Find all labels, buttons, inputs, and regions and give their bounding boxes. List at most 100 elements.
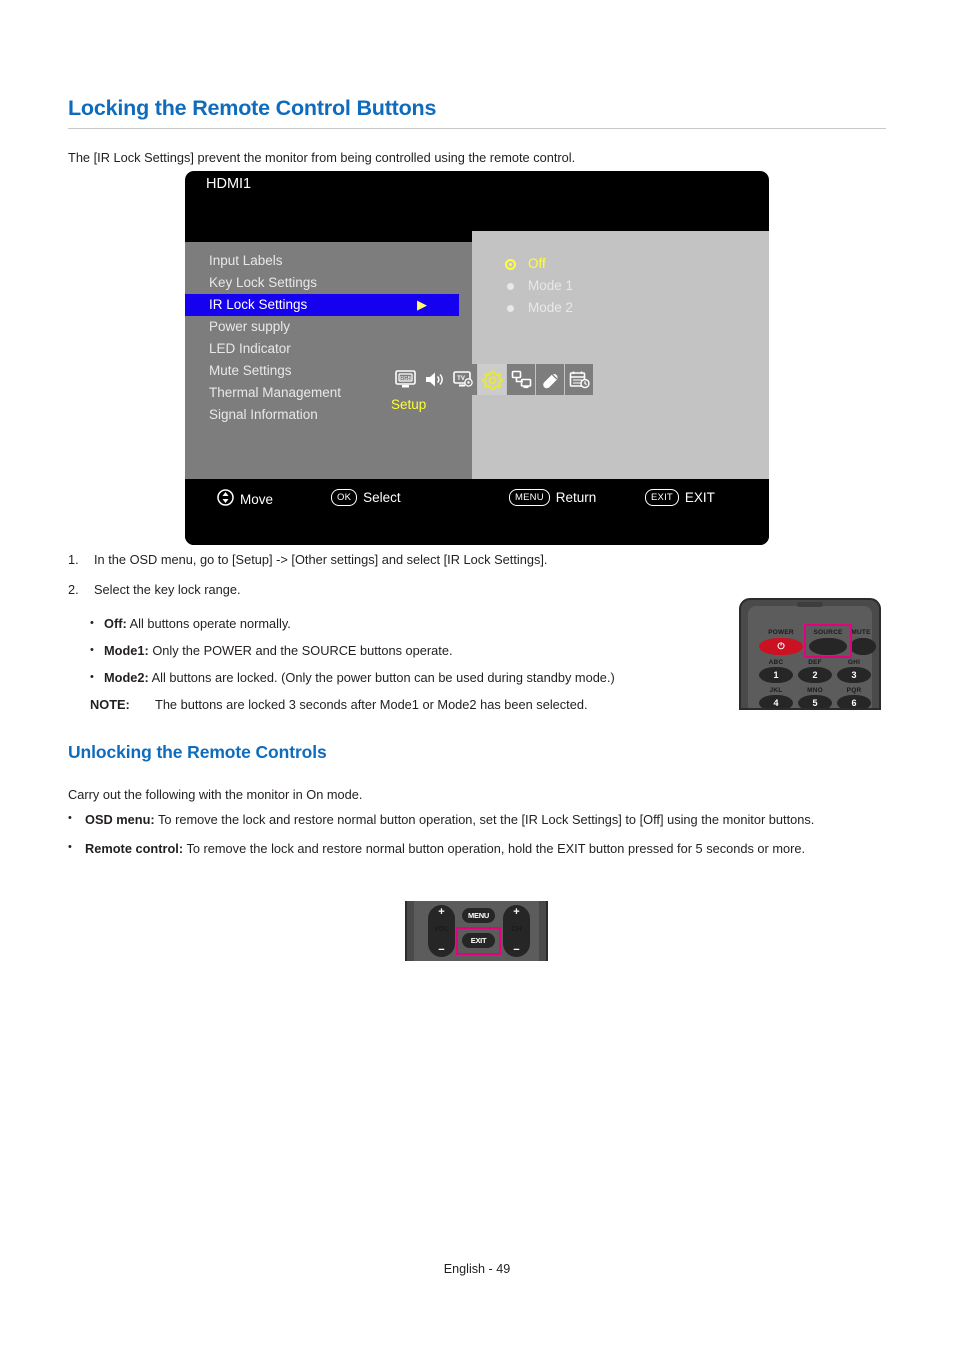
osd-menu-list[interactable]: Input Labels Key Lock Settings IR Lock S… [185,250,459,426]
osd-option-label: Mode 1 [528,278,574,293]
gear-icon[interactable] [478,364,506,395]
key-2[interactable]: 2 [798,667,832,683]
osd-source-label: HDMI1 [206,176,252,192]
updown-arrows-icon [217,489,234,509]
key-6[interactable]: 6 [837,695,871,708]
osd-item-label: LED Indicator [209,341,291,356]
step-marker: 1. [68,552,79,567]
key-1-digit: 1 [773,670,779,680]
remote-control-bottom-image: + VOL − MENU EXIT + CH − [405,901,548,961]
manual-page: Locking the Remote Control Buttons The [… [0,0,954,1350]
osd-hint-label: Move [240,491,274,507]
osd-hint-move: Move [217,489,273,509]
channel-rocker[interactable]: + CH − [503,905,530,957]
bullet-text: All buttons operate normally. [126,616,291,631]
osd-option-mode-2[interactable]: Mode 2 [503,297,703,319]
chevron-right-icon: ▶ [417,297,427,312]
osd-hint-label: EXIT [684,490,715,505]
osd-hint-label: Select [363,490,401,505]
bullet-icon: • [68,812,72,824]
key-6-digit: 6 [851,698,857,708]
volume-down-label: − [438,944,445,956]
menu-key-icon: MENU [509,489,550,506]
schedule-icon[interactable] [565,364,593,395]
bullet-text: To remove the lock and restore normal bu… [154,812,815,827]
key-4[interactable]: 4 [759,695,793,708]
key-3-sublabel: GHI [847,659,861,666]
bullet-mode2: • Mode2: All buttons are locked. (Only t… [90,669,710,687]
step-text: Select the key lock range. [94,582,241,597]
channel-down-label: − [513,944,520,956]
channel-label: CH [511,924,522,933]
osd-item-label: Mute Settings [209,363,292,378]
mode-bullet-list: • Off: All buttons operate normally. • M… [90,615,710,714]
bullet-label: Mode2: [104,670,149,685]
menu-button[interactable]: MENU [462,908,495,923]
osd-option-mode-1[interactable]: Mode 1 [503,275,703,297]
step-marker: 2. [68,582,79,597]
osd-item-ir-lock-settings[interactable]: IR Lock Settings ▶ [185,294,459,316]
osd-item-key-lock-settings[interactable]: Key Lock Settings [185,272,459,294]
key-3[interactable]: 3 [837,667,871,683]
mute-button[interactable] [850,638,876,655]
osd-item-thermal-management[interactable]: Thermal Management [185,382,459,404]
ok-key-icon: OK [331,489,358,506]
bullet-label: Off: [104,616,127,631]
osd-item-signal-information[interactable]: Signal Information [185,404,459,426]
note-row: NOTE: The buttons are locked 3 seconds af… [90,696,710,714]
carry-out-paragraph: Carry out the following with the monitor… [68,787,363,802]
osd-item-power-supply[interactable]: Power supply [185,316,459,338]
key-5-digit: 5 [812,698,818,708]
key-5[interactable]: 5 [798,695,832,708]
menu-button-label: MENU [468,911,489,920]
bullet-label: Mode1: [104,643,149,658]
step-text: In the OSD menu, go to [Setup] -> [Other… [94,552,548,567]
source-button-highlight [804,624,852,658]
osd-item-label: Input Labels [209,253,283,268]
osd-option-off[interactable]: Off [503,253,703,275]
exit-key-icon: EXIT [645,489,679,506]
page-title: Locking the Remote Control Buttons [68,96,437,120]
bullet-text: Only the POWER and the SOURCE buttons op… [148,643,453,658]
note-label: NOTE: [90,697,130,712]
ir-emitter-window [797,602,823,607]
note-text: The buttons are locked 3 seconds after M… [155,697,588,712]
osd-option-label: Mode 2 [528,300,574,315]
exit-button-highlight [456,927,501,955]
bullet-mode1: • Mode1: Only the POWER and the SOURCE b… [90,642,710,660]
osd-item-mute-settings[interactable]: Mute Settings [185,360,459,382]
step-1: 1. In the OSD menu, go to [Setup] -> [Ot… [68,551,868,569]
bullet-osd-menu: • OSD menu: To remove the lock and resto… [68,810,880,829]
bullet-text: To remove the lock and restore normal bu… [183,841,806,856]
key-1-sublabel: ABC [768,659,784,666]
key-6-sublabel: PQR [846,687,862,694]
osd-item-label: Key Lock Settings [209,275,318,290]
step-2: 2. Select the key lock range. [68,581,868,599]
bullet-icon: • [90,644,94,656]
key-5-sublabel: MNO [807,687,823,694]
usb-icon[interactable] [536,364,564,395]
key-2-digit: 2 [812,670,818,680]
osd-item-led-indicator[interactable]: LED Indicator [185,338,459,360]
bullet-icon: • [90,671,94,683]
osd-hint-return: MENU Return [509,489,596,506]
osd-item-input-labels[interactable]: Input Labels [185,250,459,272]
power-button-label: POWER [768,629,794,636]
volume-rocker[interactable]: + VOL − [428,905,455,957]
bullet-label: OSD menu: [85,812,155,827]
power-button[interactable]: ⏻ [759,638,803,655]
network-icon[interactable] [507,364,535,395]
osd-menu: HDMI1 RGB TV Setup Input Labels Key Lock… [185,171,769,545]
key-1[interactable]: 1 [759,667,793,683]
title-divider [68,128,886,129]
osd-options-list[interactable]: Off Mode 1 Mode 2 [503,253,703,319]
key-4-digit: 4 [773,698,779,708]
sub-section-title: Unlocking the Remote Controls [68,742,327,762]
key-4-sublabel: JKL [769,687,783,694]
key-2-sublabel: DEF [808,659,822,666]
bullet-label: Remote control: [85,841,184,856]
bullet-icon: • [68,841,72,853]
bullet-off: • Off: All buttons operate normally. [90,615,710,633]
key-3-digit: 3 [851,670,857,680]
bullet-remote-control: • Remote control: To remove the lock and… [68,839,880,858]
